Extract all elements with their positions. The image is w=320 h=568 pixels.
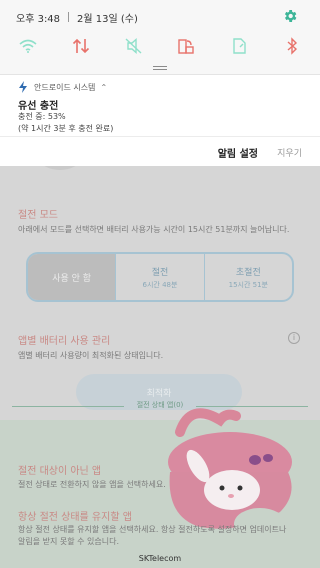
mode-ultra-saving[interactable]: 초절전 15시간 51분 xyxy=(203,254,292,300)
alarm-settings-button[interactable]: 알림 설정 xyxy=(218,145,258,160)
mode-ultra-time: 15시간 51분 xyxy=(228,280,268,289)
clear-button[interactable]: 지우기 xyxy=(277,146,302,159)
charging-eta: (약 1시간 3분 후 충전 완료) xyxy=(18,124,114,133)
power-mode-selector: 사용 안 함 절전 6시간 48분 초절전 15시간 51분 xyxy=(26,252,294,302)
notification-app-name: 안드로이드 시스템 xyxy=(34,82,96,92)
notification-title: 유선 충전 xyxy=(18,101,59,112)
chevron-up-icon[interactable]: ⌃ xyxy=(100,83,107,92)
rotation-toggle[interactable] xyxy=(172,34,200,58)
excluded-apps-title[interactable]: 절전 대상이 아닌 앱 xyxy=(18,462,101,477)
bunny-mascot-image xyxy=(168,408,292,540)
app-battery-title: 앱별 배터리 사용 관리 xyxy=(18,336,111,347)
quick-settings-row xyxy=(14,34,306,58)
sound-mute-icon xyxy=(125,37,142,55)
always-sleep-description-2: 알림을 받지 못할 수 있습니다. xyxy=(18,537,120,546)
mode-saving[interactable]: 절전 6시간 48분 xyxy=(115,254,203,300)
bluetooth-icon xyxy=(287,37,298,55)
carrier-label: SKTelecom xyxy=(138,554,182,563)
notification-header: 안드로이드 시스템 ⌃ xyxy=(18,81,107,93)
clock: 오후 3:48 xyxy=(16,13,61,25)
notification-shade: 오후 3:48 2월 13일 (수) xyxy=(0,0,320,74)
power-mode-title: 절전 모드 xyxy=(18,210,58,221)
data-transfer-icon xyxy=(72,38,89,54)
charging-percent: 충전 중: 53% xyxy=(18,112,66,121)
date: 2월 13일 (수) xyxy=(77,13,138,25)
mode-off[interactable]: 사용 안 함 xyxy=(28,254,116,300)
document-icon xyxy=(233,38,246,54)
charging-bolt-icon xyxy=(19,81,27,93)
excluded-apps-description: 절전 상태로 전환하지 않을 앱을 선택하세요. xyxy=(18,480,166,489)
document-toggle[interactable] xyxy=(225,34,253,58)
wifi-icon xyxy=(19,39,37,53)
status-separator xyxy=(68,12,70,22)
mobile-data-toggle[interactable] xyxy=(67,34,95,58)
power-mode-description: 아래에서 모드를 선택하면 배터리 사용가능 시간이 15시간 51분까지 늘어… xyxy=(18,225,290,234)
status-row: 오후 3:48 2월 13일 (수) xyxy=(16,8,304,26)
mode-saving-label: 절전 xyxy=(151,267,169,278)
screen-rotation-icon xyxy=(178,39,195,54)
notification-card[interactable]: 안드로이드 시스템 ⌃ 유선 충전 충전 중: 53% (약 1시간 3분 후 … xyxy=(0,74,320,136)
mode-ultra-label: 초절전 xyxy=(235,267,261,278)
bluetooth-toggle[interactable] xyxy=(278,34,306,58)
app-battery-description: 앱별 배터리 사용량이 최적화된 상태입니다. xyxy=(18,351,164,360)
always-sleep-description-1: 항상 절전 상태를 유지할 앱을 선택하세요. 항상 절전하도록 설정하면 업데… xyxy=(18,525,287,534)
notification-action-bar: 알림 설정 지우기 xyxy=(0,136,320,166)
wifi-toggle[interactable] xyxy=(14,34,42,58)
sound-toggle[interactable] xyxy=(120,34,148,58)
always-sleep-title[interactable]: 항상 절전 상태를 유지할 앱 xyxy=(18,508,132,523)
decorative-shape xyxy=(40,166,80,170)
info-icon[interactable]: i xyxy=(288,332,300,344)
drag-handle[interactable] xyxy=(153,66,167,70)
mode-saving-time: 6시간 48분 xyxy=(142,280,178,289)
mode-off-label: 사용 안 함 xyxy=(52,273,92,284)
settings-gear-icon[interactable] xyxy=(282,8,298,24)
battery-app-background: 절전 모드 아래에서 모드를 선택하면 배터리 사용가능 시간이 15시간 51… xyxy=(0,166,320,568)
